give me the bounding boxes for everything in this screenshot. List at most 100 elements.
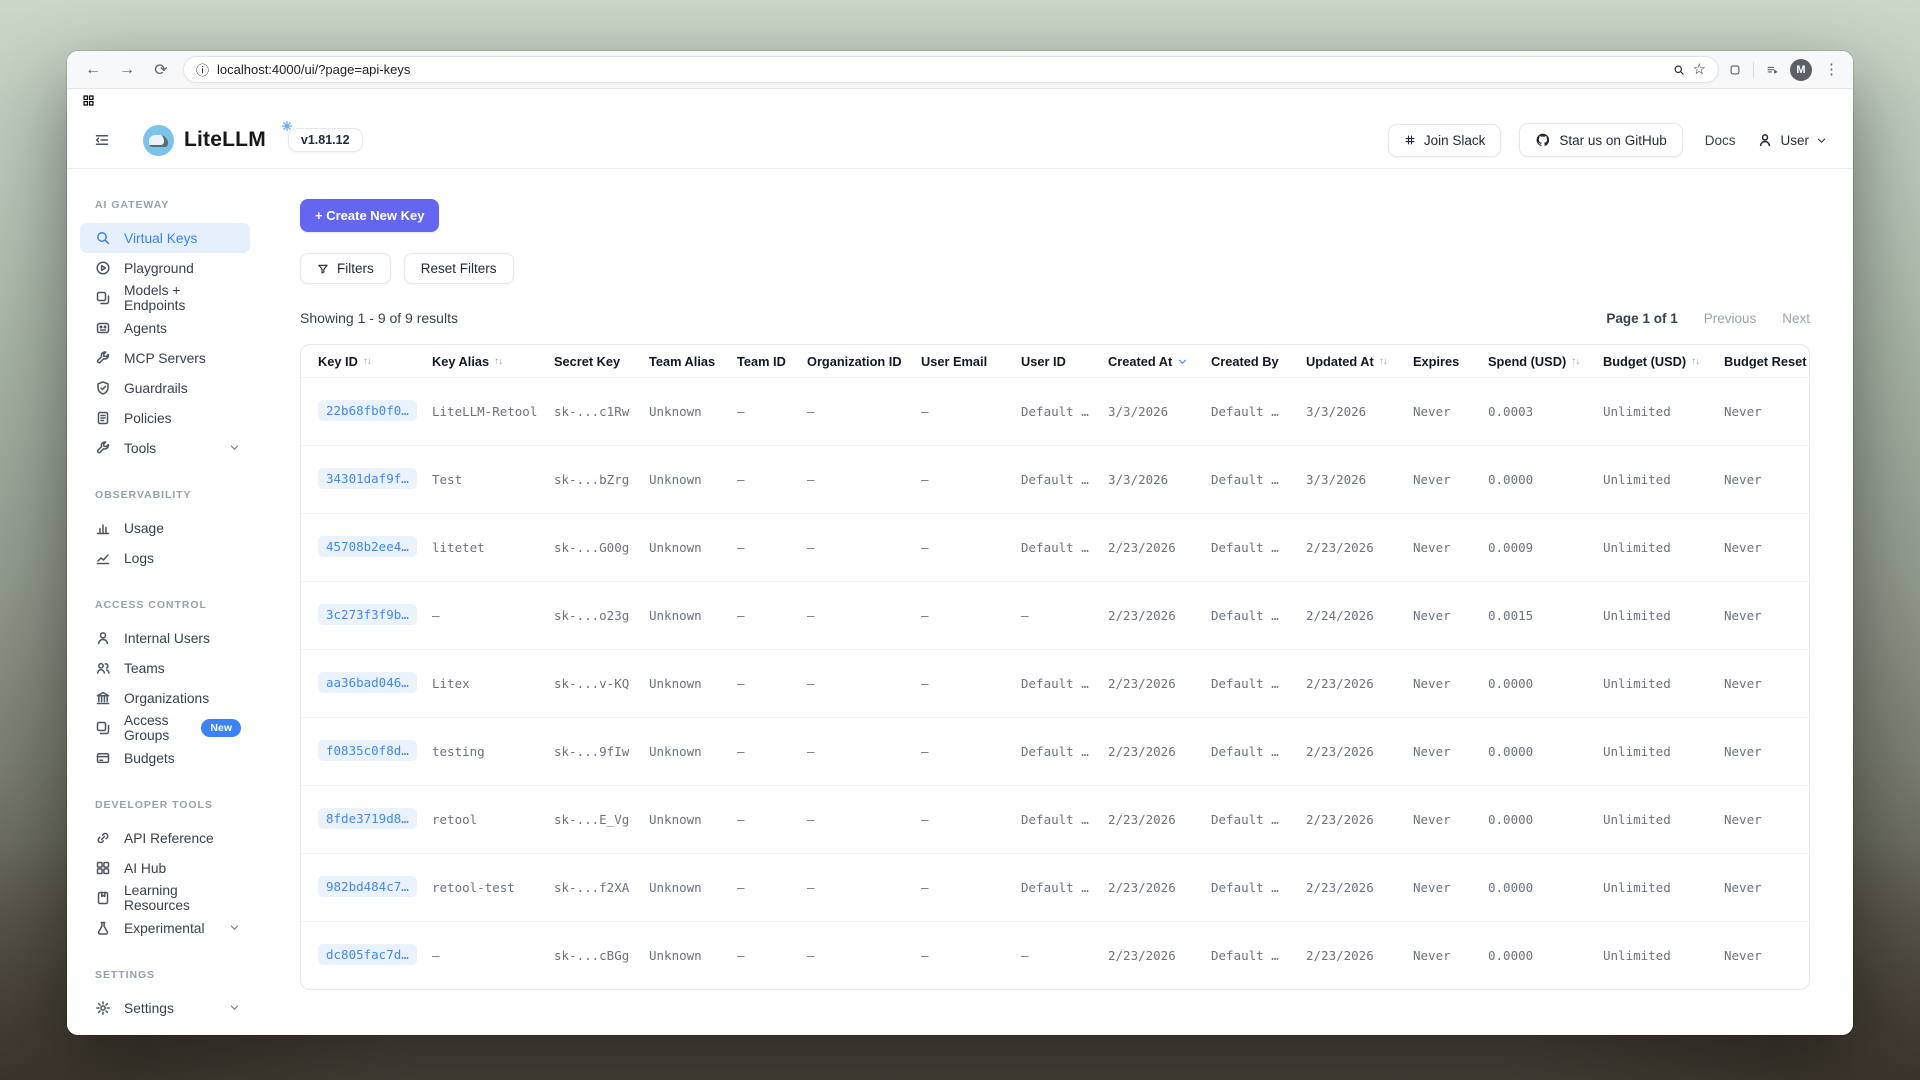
table-cell: – <box>737 608 807 623</box>
table-cell: Unknown <box>649 744 737 759</box>
table-cell: – <box>1021 948 1108 963</box>
column-header-user-email[interactable]: User Email <box>921 354 1021 369</box>
key-id-link[interactable]: dc805fac7d… <box>318 944 417 965</box>
sidebar-item-logs[interactable]: Logs <box>80 543 250 573</box>
extensions-icon[interactable] <box>1729 64 1741 76</box>
people-icon <box>95 660 111 676</box>
table-cell: – <box>737 880 807 895</box>
docs-link[interactable]: Docs <box>1705 133 1736 148</box>
sidebar-item-agents[interactable]: Agents <box>80 313 250 343</box>
previous-page-button[interactable]: Previous <box>1704 311 1757 326</box>
sidebar-item-usage[interactable]: Usage <box>80 513 250 543</box>
sidebar-item-internal-users[interactable]: Internal Users <box>80 623 250 653</box>
column-header-team-alias[interactable]: Team Alias <box>649 354 737 369</box>
browser-profile-avatar[interactable]: M <box>1790 59 1812 81</box>
grid-icon <box>95 860 111 876</box>
filters-button[interactable]: Filters <box>300 253 391 284</box>
key-id-cell: 45708b2ee4… <box>318 536 432 560</box>
column-header-expires[interactable]: Expires <box>1413 354 1488 369</box>
sidebar-item-teams[interactable]: Teams <box>80 653 250 683</box>
sidebar-item-mcp-servers[interactable]: MCP Servers <box>80 343 250 373</box>
key-id-link[interactable]: 982bd484c7… <box>318 876 417 897</box>
table-cell: Default … <box>1211 540 1306 555</box>
sidebar-item-api-reference[interactable]: API Reference <box>80 823 250 853</box>
table-cell: Never <box>1413 540 1488 555</box>
sidebar-item-ai-hub[interactable]: AI Hub <box>80 853 250 883</box>
sidebar-item-guardrails[interactable]: Guardrails <box>80 373 250 403</box>
table-cell: 3/3/2026 <box>1108 472 1211 487</box>
search-icon <box>95 230 111 246</box>
sort-icon[interactable]: ↑↓ <box>1571 356 1579 367</box>
sidebar-item-policies[interactable]: Policies <box>80 403 250 433</box>
key-id-cell: 22b68fb0f0… <box>318 400 432 424</box>
reading-list-icon[interactable] <box>1766 64 1778 76</box>
address-bar[interactable]: ⓘ localhost:4000/ui/?page=api-keys ☆ <box>183 56 1719 83</box>
key-id-link[interactable]: 45708b2ee4… <box>318 536 417 557</box>
sort-icon[interactable] <box>1177 356 1188 367</box>
forward-icon[interactable]: → <box>115 58 139 82</box>
table-cell: Default … <box>1021 540 1108 555</box>
table-cell: 2/23/2026 <box>1306 744 1413 759</box>
sidebar-item-virtual-keys[interactable]: Virtual Keys <box>80 223 250 253</box>
next-page-button[interactable]: Next <box>1782 311 1810 326</box>
star-github-button[interactable]: Star us on GitHub <box>1519 123 1682 157</box>
column-header-secret-key[interactable]: Secret Key <box>554 354 649 369</box>
key-id-link[interactable]: f0835c0f8d… <box>318 740 417 761</box>
site-info-icon[interactable]: ⓘ <box>196 60 209 79</box>
sort-icon[interactable]: ↑↓ <box>1379 356 1387 367</box>
sidebar-section-title: SETTINGS <box>95 969 259 981</box>
sidebar-item-experimental[interactable]: Experimental <box>80 913 250 943</box>
column-header-created-by[interactable]: Created By <box>1211 354 1306 369</box>
zoom-icon[interactable] <box>1673 64 1685 76</box>
column-header-budget-usd[interactable]: Budget (USD) ↑↓ <box>1603 354 1724 369</box>
sidebar-item-models-endpoints[interactable]: Models + Endpoints <box>80 283 250 313</box>
sidebar-collapse-icon[interactable] <box>93 131 111 149</box>
column-header-updated-at[interactable]: Updated At ↑↓ <box>1306 354 1413 369</box>
sidebar-item-organizations[interactable]: Organizations <box>80 683 250 713</box>
key-id-cell: 34301daf9f… <box>318 468 432 492</box>
key-id-link[interactable]: 8fde3719d8… <box>318 808 417 829</box>
table-cell: – <box>737 540 807 555</box>
sidebar-item-learning-resources[interactable]: Learning Resources <box>80 883 250 913</box>
key-id-link[interactable]: 3c273f3f9b… <box>318 604 417 625</box>
reset-filters-button[interactable]: Reset Filters <box>404 253 514 284</box>
app-header: LiteLLM v1.81.12 Join Slack Star us on G… <box>67 112 1853 169</box>
sidebar-item-access-groups[interactable]: Access Groups New <box>80 713 250 743</box>
column-header-spend-usd[interactable]: Spend (USD) ↑↓ <box>1488 354 1603 369</box>
sidebar-item-tools[interactable]: Tools <box>80 433 250 463</box>
sidebar-item-settings[interactable]: Settings <box>80 993 250 1023</box>
table-cell: Default … <box>1021 404 1108 419</box>
sort-icon[interactable]: ↑↓ <box>1691 356 1699 367</box>
column-header-key-alias[interactable]: Key Alias ↑↓ <box>432 354 554 369</box>
person-icon <box>95 630 111 646</box>
browser-menu-icon[interactable]: ⋮ <box>1824 62 1839 77</box>
column-header-key-id[interactable]: Key ID ↑↓ <box>318 354 432 369</box>
user-menu[interactable]: User <box>1757 132 1827 148</box>
key-id-link[interactable]: aa36bad046… <box>318 672 417 693</box>
sort-icon[interactable]: ↑↓ <box>363 356 371 367</box>
key-id-link[interactable]: 34301daf9f… <box>318 468 417 489</box>
column-header-created-at[interactable]: Created At <box>1108 354 1211 369</box>
sidebar-item-budgets[interactable]: Budgets <box>80 743 250 773</box>
column-header-user-id[interactable]: User ID <box>1021 354 1108 369</box>
apps-grid-icon[interactable] <box>82 94 95 107</box>
bookmark-star-icon[interactable]: ☆ <box>1693 62 1706 77</box>
back-icon[interactable]: ← <box>81 58 105 82</box>
sidebar-item-playground[interactable]: Playground <box>80 253 250 283</box>
table-cell: Unknown <box>649 948 737 963</box>
table-cell: Never <box>1724 744 1809 759</box>
results-meta-row: Showing 1 - 9 of 9 results Page 1 of 1 P… <box>300 310 1810 326</box>
table-cell: 2/23/2026 <box>1108 880 1211 895</box>
sort-icon[interactable]: ↑↓ <box>494 356 502 367</box>
join-slack-button[interactable]: Join Slack <box>1388 124 1502 157</box>
column-header-organization-id[interactable]: Organization ID <box>807 354 921 369</box>
key-id-link[interactable]: 22b68fb0f0… <box>318 400 417 421</box>
table-cell: Default … <box>1021 880 1108 895</box>
table-cell: Never <box>1413 880 1488 895</box>
reload-icon[interactable]: ⟳ <box>149 58 173 82</box>
column-header-team-id[interactable]: Team ID <box>737 354 807 369</box>
sidebar-section-title: ACCESS CONTROL <box>95 599 259 611</box>
column-header-budget-reset[interactable]: Budget Reset <box>1724 354 1809 369</box>
page-indicator: Page 1 of 1 <box>1606 311 1677 326</box>
create-new-key-button[interactable]: + Create New Key <box>300 199 439 232</box>
